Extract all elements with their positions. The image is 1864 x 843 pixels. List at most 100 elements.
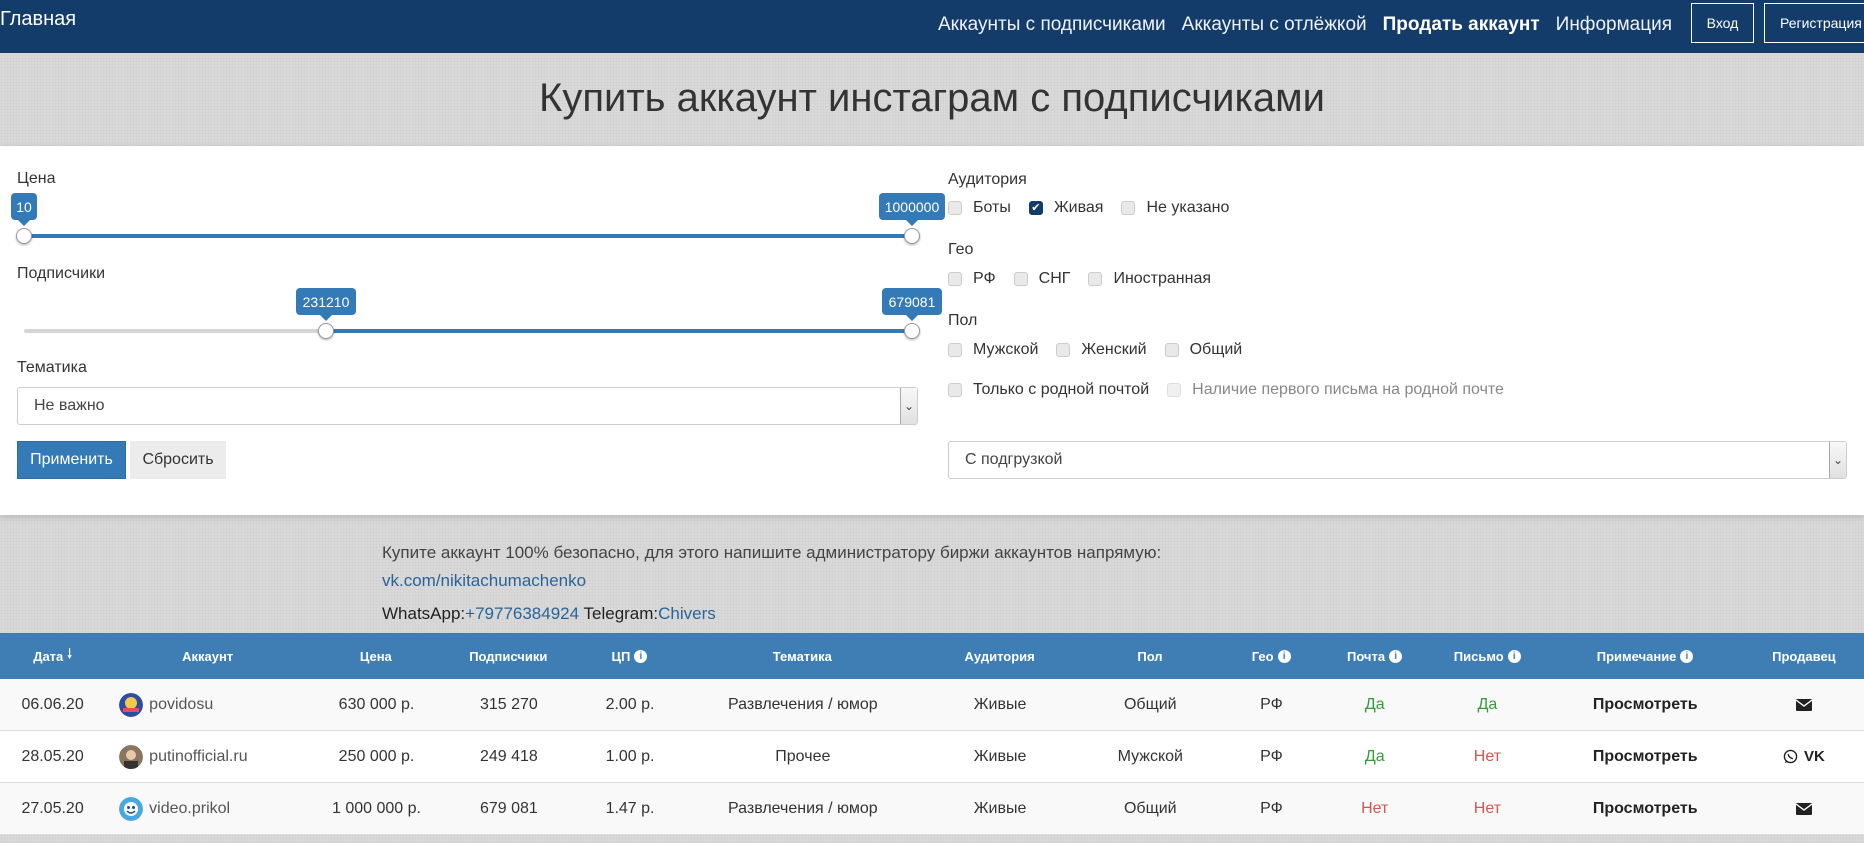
table-row: 28.05.20 putinofficial.ru 250 000 р. 249… [0,731,1864,783]
checkbox-icon[interactable] [1121,201,1136,215]
header-note[interactable]: Примечание i [1546,649,1743,664]
cell-seller: VK [1744,748,1864,765]
nav-link-info[interactable]: Информация [1556,14,1672,36]
info-icon[interactable]: i [1277,649,1291,663]
header-letter[interactable]: Письмо i [1428,649,1546,664]
account-name[interactable]: video.prikol [149,800,230,818]
info-icon[interactable]: i [1680,649,1694,663]
first-letter-option[interactable]: Наличие первого письма на родной почте [1167,381,1504,399]
vk-icon[interactable]: VK [1804,748,1825,765]
price-min-handle[interactable] [16,228,32,244]
checkbox-icon[interactable] [948,383,962,397]
geo-option-label: РФ [973,270,996,287]
cell-gender: Общий [1123,695,1177,713]
avatar [119,744,144,769]
header-letter-label: Письмо [1453,648,1504,664]
topic-select-value: Не важно [34,397,105,414]
cell-audience: Живые [973,747,1027,765]
checkbox-checked-icon[interactable]: ✔ [1028,201,1043,215]
account-name[interactable]: povidosu [149,696,213,714]
checkbox-icon[interactable] [1013,272,1028,286]
header-audience[interactable]: Аудитория [921,649,1079,664]
header-subs[interactable]: Подписчики [442,649,575,664]
checkbox-icon[interactable] [948,272,962,286]
topic-label: Тематика [17,359,87,376]
nav-link-aged[interactable]: Аккаунты с отлёжкой [1182,14,1367,36]
info-icon[interactable]: i [1507,649,1521,663]
audience-option-label: Не указано [1146,199,1230,216]
checkbox-icon[interactable] [1088,272,1103,286]
cell-cp: 2.00 р. [605,695,655,713]
gender-option-female[interactable]: Женский [1056,341,1147,359]
gender-option-common[interactable]: Общий [1164,341,1243,359]
view-link[interactable]: Просмотреть [1547,696,1744,714]
view-link[interactable]: Просмотреть [1547,800,1744,818]
whatsapp-icon[interactable] [1783,749,1798,764]
audience-option-unspecified[interactable]: Не указано [1121,199,1229,217]
cell-date: 06.06.20 [21,695,84,713]
subscribers-min-handle[interactable] [318,323,334,339]
header-gender[interactable]: Пол [1079,649,1222,664]
seller-contacts: VK [1783,748,1825,765]
gender-option-label: Общий [1189,341,1243,358]
header-date[interactable]: Дата 🠓 [0,645,105,667]
account-name[interactable]: putinofficial.ru [149,748,247,766]
subscribers-max-handle[interactable] [904,323,920,339]
cell-topic: Прочее [775,747,831,765]
cell-account[interactable]: putinofficial.ru [105,744,311,769]
cell-geo: РФ [1260,747,1283,765]
cell-mail: Да [1364,695,1385,713]
header-mail[interactable]: Почта i [1321,649,1428,664]
price-max-handle[interactable] [904,228,920,244]
telegram-link[interactable]: Chivers [658,604,716,623]
header-cp[interactable]: ЦП i [575,649,684,664]
vk-link[interactable]: vk.com/nikitachumachenko [382,571,586,590]
cell-price: 250 000 р. [338,747,415,765]
envelope-icon[interactable] [1795,802,1812,815]
whatsapp-link[interactable]: +79776384924 [465,604,579,623]
native-mail-option[interactable]: Только с родной почтой [948,381,1149,399]
cell-account[interactable]: video.prikol [105,796,311,821]
price-min-tooltip: 10 [11,193,37,226]
checkbox-icon[interactable] [948,343,962,357]
envelope-icon[interactable] [1795,698,1812,711]
whatsapp-label: WhatsApp: [382,604,466,623]
reset-button[interactable]: Сбросить [130,441,226,479]
subscribers-slider-selection [326,329,912,333]
geo-option-cis[interactable]: СНГ [1013,270,1070,288]
nav-link-sell[interactable]: Продать аккаунт [1383,14,1540,36]
checkbox-icon[interactable] [1167,383,1182,397]
header-price[interactable]: Цена [310,649,442,664]
table-row: 06.06.20 povidosu 630 000 р. 315 270 2.0… [0,679,1864,731]
info-icon[interactable]: i [1389,649,1403,663]
cell-price: 630 000 р. [338,695,415,713]
geo-option-foreign[interactable]: Иностранная [1088,270,1211,288]
view-link[interactable]: Просмотреть [1547,748,1744,766]
register-button[interactable]: Регистрация [1764,3,1864,43]
cell-seller [1744,802,1864,815]
login-button[interactable]: Вход [1691,3,1754,43]
avatar [119,692,144,717]
checkbox-icon[interactable] [948,201,962,215]
brand-link[interactable]: Главная [0,8,76,31]
audience-option-bots[interactable]: Боты [948,199,1011,217]
geo-option-rf[interactable]: РФ [948,270,996,288]
checkbox-icon[interactable] [1164,343,1179,357]
cell-geo: РФ [1260,695,1283,713]
checkbox-icon[interactable] [1056,343,1071,357]
header-geo[interactable]: Гео i [1221,649,1321,664]
header-account[interactable]: Аккаунт [105,649,310,664]
table-row: 27.05.20 video.prikol 1 000 000 р. 679 0… [0,783,1864,835]
gender-option-male[interactable]: Мужской [948,341,1038,359]
topic-select[interactable]: Не важно ⌄ [17,387,918,425]
info-icon[interactable]: i [634,649,648,663]
header-seller[interactable]: Продавец [1744,649,1864,664]
cell-account[interactable]: povidosu [105,692,311,717]
nav-link-subscribers[interactable]: Аккаунты с подписчиками [938,14,1166,36]
header-topic[interactable]: Тематика [684,649,921,664]
gender-label: Пол [948,312,978,329]
audience-option-live[interactable]: ✔ Живая [1028,199,1103,217]
loading-select[interactable]: С подгрузкой ⌄ [948,441,1847,479]
cell-cp: 1.00 р. [605,747,655,765]
apply-button[interactable]: Применить [17,441,126,479]
